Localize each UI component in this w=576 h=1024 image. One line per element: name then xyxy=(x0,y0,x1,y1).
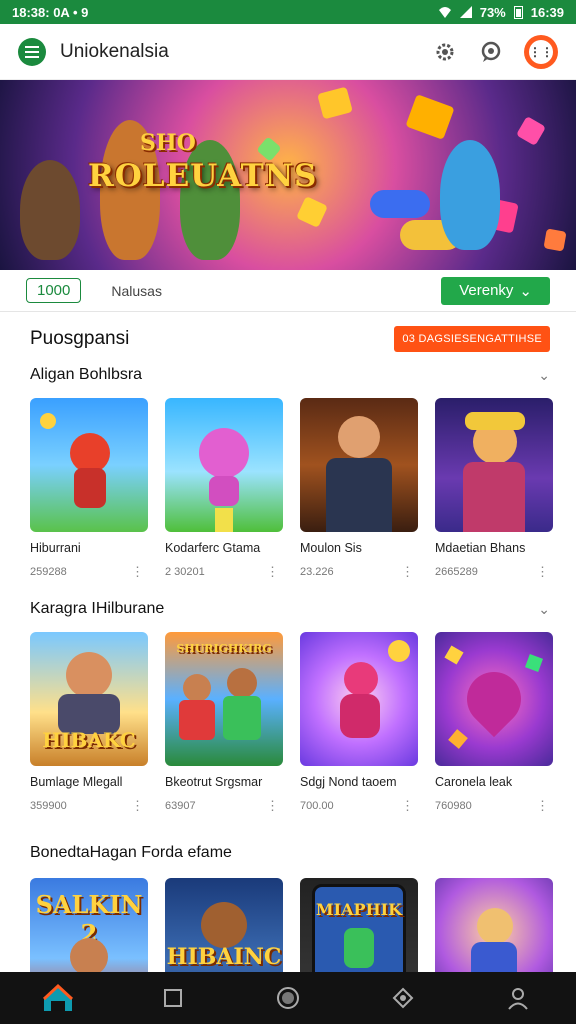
status-time: 16:39 xyxy=(530,4,564,20)
diamond-icon[interactable] xyxy=(383,978,423,1018)
gear-icon[interactable] xyxy=(432,39,458,65)
wifi-icon xyxy=(438,7,451,18)
promo-button[interactable]: 03 DAGSIESENGATTIHSE xyxy=(394,326,550,352)
app-bar: Uniokenalsia ⋮⋮ xyxy=(0,24,576,80)
thumbnail-logo: HIBAINC xyxy=(166,944,282,970)
thumbnail-logo: SHURIGHKIRG xyxy=(176,642,272,655)
section-header[interactable]: BonedtaHagan Forda efame xyxy=(0,838,576,868)
more-icon[interactable]: ⋮ xyxy=(536,564,553,580)
section-title: Aligan Bohlbsra xyxy=(30,366,143,383)
status-bar: 18:38: 0A • 9 73% 16:39 xyxy=(0,0,576,24)
square-icon[interactable] xyxy=(153,978,193,1018)
section-header[interactable]: Karagra IHilburane ⌄ xyxy=(0,594,576,624)
game-thumbnail[interactable]: SHURIGHKIRG xyxy=(165,632,283,766)
game-title: Sdgj Nond taoem xyxy=(300,775,397,789)
game-meta: 760980 xyxy=(435,800,472,812)
game-card[interactable]: HIBAKC Bumlage Mlegall 359900 ⋮ xyxy=(30,632,148,814)
game-title: Moulon Sis xyxy=(300,541,362,555)
game-meta: 23.226 xyxy=(300,566,334,578)
chevron-down-icon[interactable]: ⌄ xyxy=(538,367,550,384)
status-icons: 73% 16:39 xyxy=(438,5,564,20)
battery-icon xyxy=(513,6,523,19)
thumbnail-logo: MIAPHIK xyxy=(315,900,403,919)
game-card[interactable]: SHURIGHKIRG Bkeotrut Srgsmar 63907 ⋮ xyxy=(165,632,283,814)
verify-button[interactable]: Verenky ⌄ xyxy=(441,276,550,305)
card-row: Hiburrani 259288 ⋮ Kodarferc Gtama 2 3020… xyxy=(0,398,576,580)
game-card[interactable]: Caronela leak 760980 ⋮ xyxy=(435,632,553,814)
more-icon[interactable]: ⋮ xyxy=(401,564,418,580)
game-meta: 259288 xyxy=(30,566,67,578)
game-title: Bkeotrut Srgsmar xyxy=(165,775,263,789)
app-title: Uniokenalsia xyxy=(60,40,169,62)
game-meta: 359900 xyxy=(30,800,67,812)
game-card[interactable]: Kodarferc Gtama 2 30201 ⋮ xyxy=(165,398,283,580)
home-icon[interactable] xyxy=(38,978,78,1018)
game-meta: 700.00 xyxy=(300,800,334,812)
game-thumbnail[interactable] xyxy=(300,398,418,532)
chevron-down-icon[interactable]: ⌄ xyxy=(538,601,550,618)
more-icon[interactable]: ⋮ xyxy=(536,798,553,814)
game-title: Mdaetian Bhans xyxy=(435,541,526,555)
circle-icon[interactable] xyxy=(268,978,308,1018)
promo-row: Puosgpansi 03 DAGSIESENGATTIHSE xyxy=(0,318,576,360)
game-thumbnail[interactable] xyxy=(435,398,553,532)
more-icon[interactable]: ⋮ xyxy=(401,798,418,814)
bottom-nav xyxy=(0,972,576,1024)
game-card[interactable]: Moulon Sis 23.226 ⋮ xyxy=(300,398,418,580)
game-card[interactable]: Mdaetian Bhans 2665289 ⋮ xyxy=(435,398,553,580)
game-thumbnail[interactable] xyxy=(165,398,283,532)
thumbnail-logo: HIBAKC xyxy=(42,728,136,752)
game-thumbnail[interactable] xyxy=(435,632,553,766)
hero-banner[interactable]: SHO ROLEUATNS xyxy=(0,80,576,270)
more-icon[interactable]: ⋮ xyxy=(131,564,148,580)
game-meta: 63907 xyxy=(165,800,196,812)
game-thumbnail[interactable]: HIBAKC xyxy=(30,632,148,766)
game-title: Caronela leak xyxy=(435,775,513,789)
game-title: Hiburrani xyxy=(30,541,81,555)
status-left-text: 18:38: 0A • 9 xyxy=(12,4,89,20)
card-row: HIBAKC Bumlage Mlegall 359900 ⋮ SHURIGHKI… xyxy=(0,632,576,814)
game-thumbnail[interactable] xyxy=(30,398,148,532)
filter-chip[interactable]: 1000 xyxy=(26,278,82,303)
section-title: BonedtaHagan Forda efame xyxy=(30,844,232,861)
chat-icon[interactable] xyxy=(478,39,504,65)
profile-icon[interactable] xyxy=(498,978,538,1018)
section-title: Karagra IHilburane xyxy=(30,600,165,617)
game-title: Bumlage Mlegall xyxy=(30,775,123,789)
game-thumbnail[interactable] xyxy=(300,632,418,766)
filter-row: 1000 Nalusas Verenky ⌄ xyxy=(0,270,576,312)
game-meta: 2665289 xyxy=(435,566,478,578)
chevron-down-icon: ⌄ xyxy=(519,282,532,300)
avatar-icon: ⋮⋮ xyxy=(529,39,553,64)
promo-title: Puosgpansi xyxy=(30,328,130,349)
game-card[interactable]: Hiburrani 259288 ⋮ xyxy=(30,398,148,580)
game-title: Kodarferc Gtama xyxy=(165,541,261,555)
battery-percent: 73% xyxy=(479,4,506,20)
banner-logo-small: SHO xyxy=(140,130,196,156)
more-icon[interactable]: ⋮ xyxy=(266,798,283,814)
game-meta: 2 30201 xyxy=(165,566,205,578)
more-icon[interactable]: ⋮ xyxy=(266,564,283,580)
game-card[interactable]: Sdgj Nond taoem 700.00 ⋮ xyxy=(300,632,418,814)
verify-button-label: Verenky xyxy=(459,282,514,299)
menu-icon[interactable] xyxy=(18,37,46,66)
signal-icon xyxy=(459,6,472,18)
section-header[interactable]: Aligan Bohlbsra ⌄ xyxy=(0,360,576,390)
avatar-button[interactable]: ⋮⋮ xyxy=(524,34,558,69)
more-icon[interactable]: ⋮ xyxy=(131,798,148,814)
banner-logo-main: ROLEUATNS xyxy=(88,158,318,194)
filter-label: Nalusas xyxy=(111,282,162,299)
